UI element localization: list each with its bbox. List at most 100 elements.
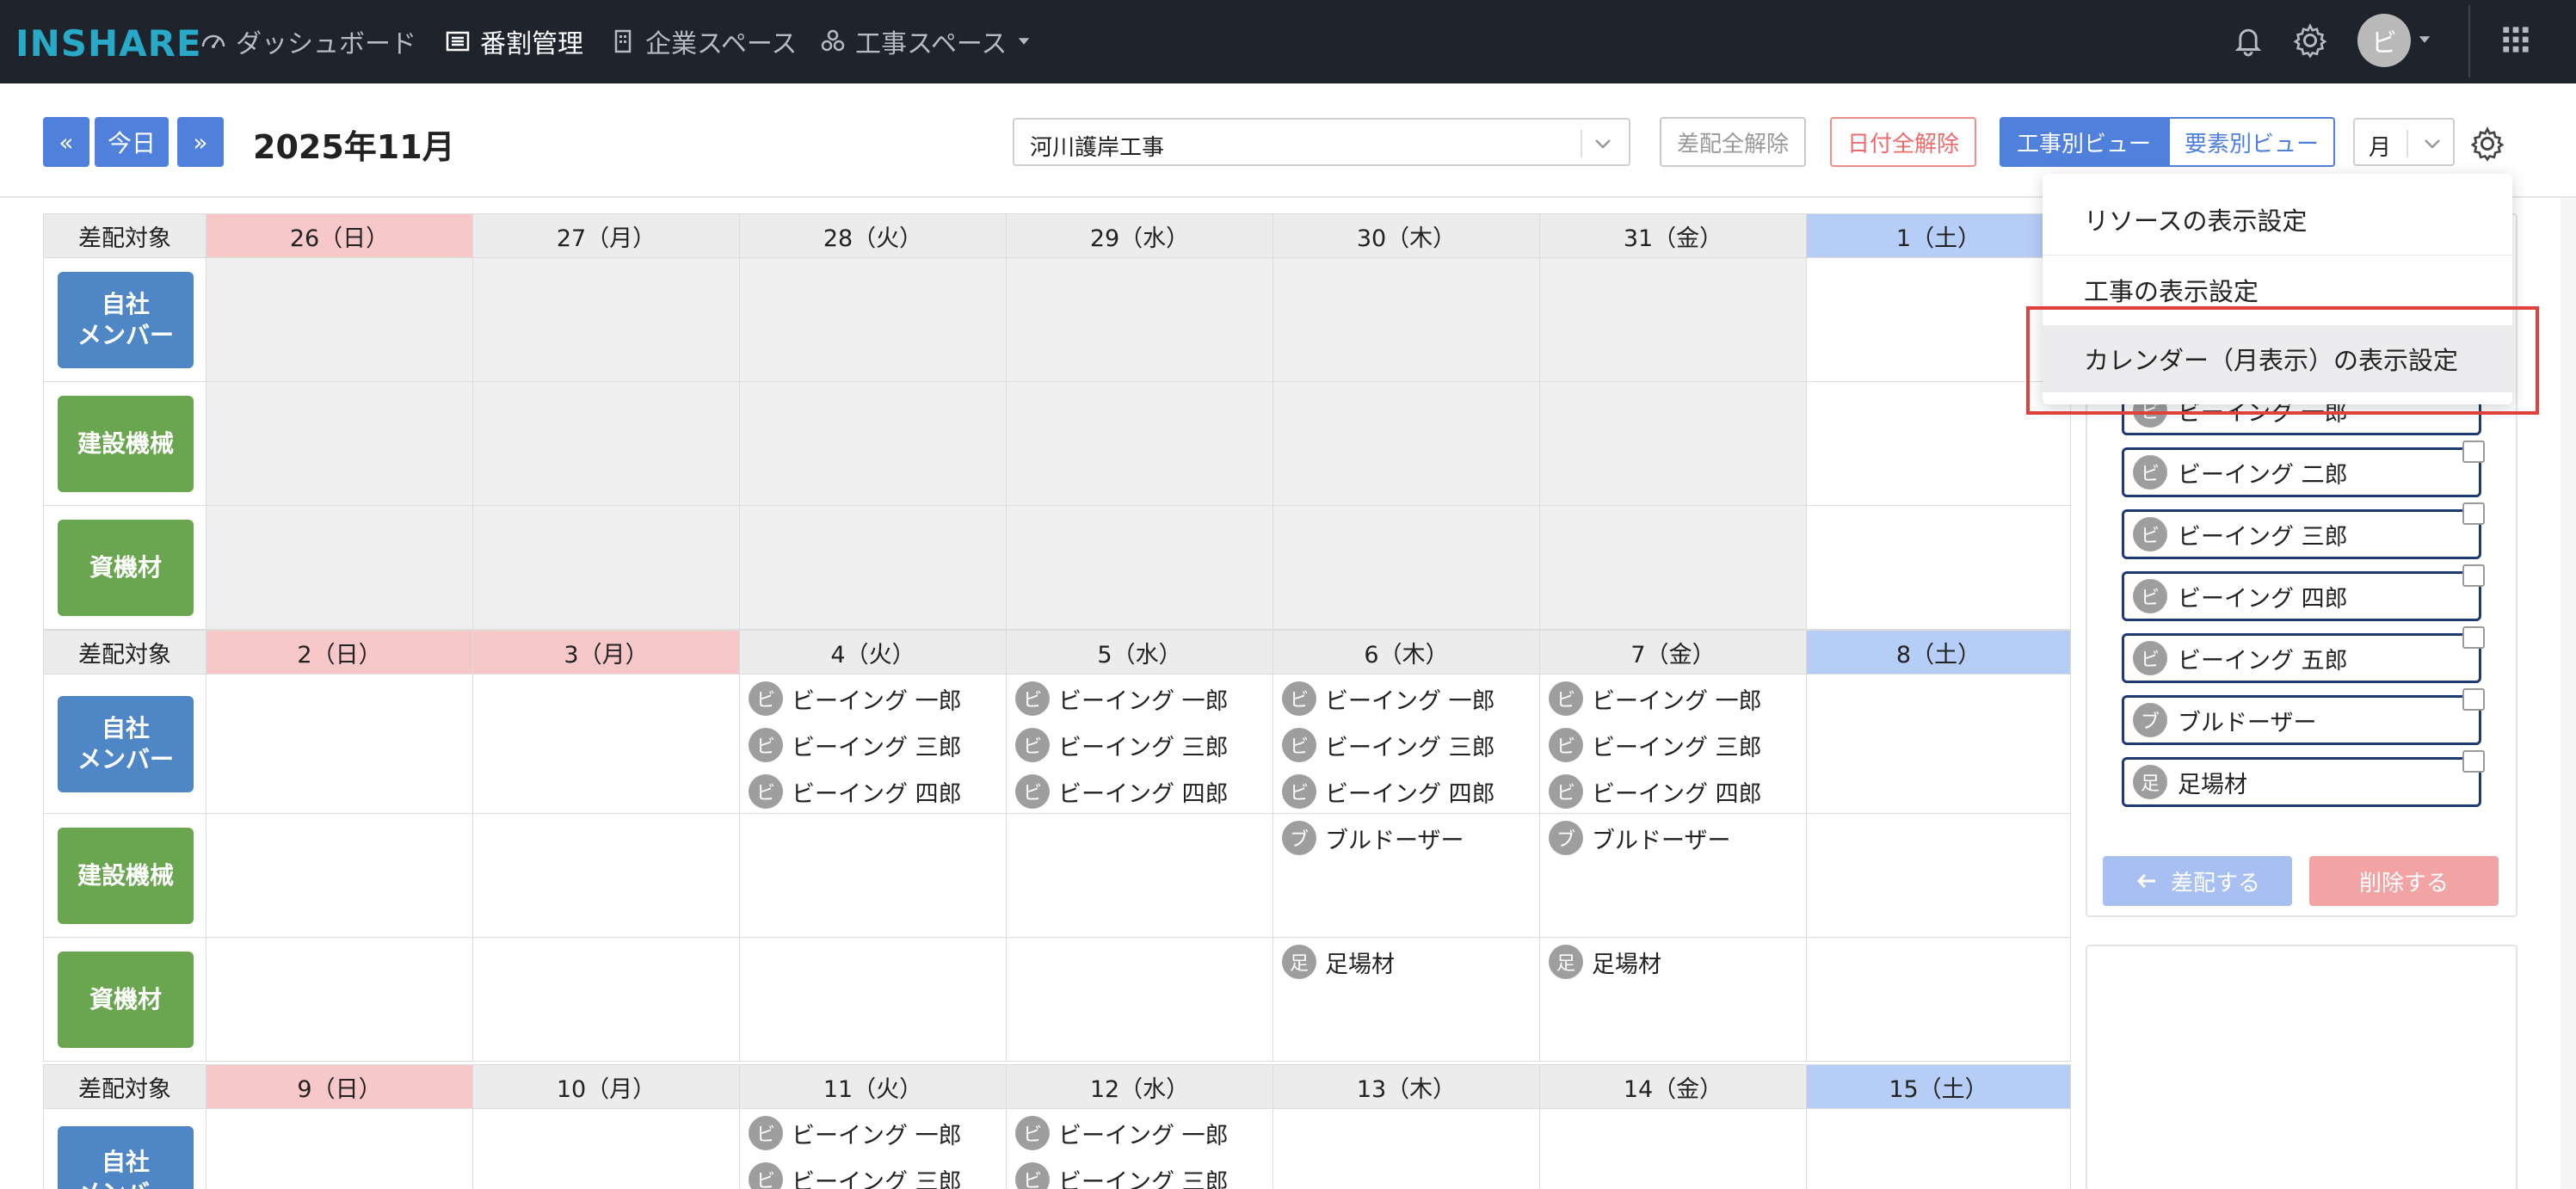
day-cell[interactable] bbox=[1540, 258, 1807, 382]
day-header[interactable]: 26（日） bbox=[206, 213, 473, 258]
day-cell[interactable] bbox=[740, 814, 1007, 938]
assignment-entry[interactable]: ビビーイング 三郎 bbox=[1015, 1162, 1229, 1189]
row-label-machines[interactable]: 建設機械 bbox=[58, 828, 194, 924]
delete-button[interactable]: 削除する bbox=[2309, 856, 2499, 906]
day-header[interactable]: 15（土） bbox=[1807, 1064, 2071, 1109]
day-header[interactable]: 30（木） bbox=[1273, 213, 1540, 258]
day-cell[interactable] bbox=[206, 938, 473, 1062]
day-cell[interactable] bbox=[1273, 382, 1540, 506]
day-cell[interactable] bbox=[206, 382, 473, 506]
resource-item[interactable]: ブブルドーザー bbox=[2122, 695, 2481, 745]
gear-icon[interactable] bbox=[2292, 22, 2328, 59]
day-header[interactable]: 2（日） bbox=[206, 630, 473, 675]
prev-month-button[interactable]: « bbox=[43, 117, 89, 167]
resource-item[interactable]: ビビーイング 五郎 bbox=[2122, 633, 2481, 683]
day-cell[interactable] bbox=[473, 1109, 740, 1189]
day-cell[interactable] bbox=[206, 506, 473, 630]
row-label-members[interactable]: 自社メンバー bbox=[58, 696, 194, 792]
day-cell[interactable] bbox=[1007, 814, 1273, 938]
resource-item[interactable]: ビビーイング 三郎 bbox=[2122, 509, 2481, 559]
day-cell[interactable] bbox=[1540, 382, 1807, 506]
resource-item[interactable]: ビビーイング 二郎 bbox=[2122, 447, 2481, 497]
assignment-entry[interactable]: ビビーイング 三郎 bbox=[1549, 728, 1762, 762]
day-cell[interactable] bbox=[740, 938, 1007, 1062]
row-label-materials[interactable]: 資機材 bbox=[58, 520, 194, 616]
day-header[interactable]: 13（木） bbox=[1273, 1064, 1540, 1109]
assignment-entry[interactable]: ビビーイング 四郎 bbox=[1549, 774, 1762, 809]
day-header[interactable]: 27（月） bbox=[473, 213, 740, 258]
assignment-entry[interactable]: 足足場材 bbox=[1549, 945, 1661, 979]
day-cell[interactable] bbox=[473, 506, 740, 630]
bell-icon[interactable] bbox=[2230, 22, 2266, 59]
assignment-entry[interactable]: ビビーイング 三郎 bbox=[749, 1162, 962, 1189]
day-cell[interactable] bbox=[473, 382, 740, 506]
project-select[interactable]: 河川護岸工事 bbox=[1013, 118, 1630, 166]
resource-item[interactable]: ビビーイング 四郎 bbox=[2122, 571, 2481, 621]
resource-checkbox[interactable] bbox=[2462, 502, 2485, 525]
clear-date-button[interactable]: 日付全解除 bbox=[1830, 117, 1976, 167]
day-header[interactable]: 9（日） bbox=[206, 1064, 473, 1109]
day-cell[interactable]: 足足場材 bbox=[1540, 938, 1807, 1062]
assignment-entry[interactable]: ビビーイング 四郎 bbox=[1282, 774, 1495, 809]
day-cell[interactable] bbox=[473, 258, 740, 382]
resource-checkbox[interactable] bbox=[2462, 688, 2485, 711]
day-header[interactable]: 5（水） bbox=[1007, 630, 1273, 675]
day-header[interactable]: 4（火） bbox=[740, 630, 1007, 675]
view-by-project-tab[interactable]: 工事別ビュー bbox=[2000, 117, 2168, 167]
day-header[interactable]: 3（月） bbox=[473, 630, 740, 675]
resource-checkbox[interactable] bbox=[2462, 564, 2485, 587]
day-cell[interactable] bbox=[1807, 506, 2071, 630]
day-cell[interactable] bbox=[206, 1109, 473, 1189]
resource-checkbox[interactable] bbox=[2462, 626, 2485, 649]
day-cell[interactable]: ブブルドーザー bbox=[1273, 814, 1540, 938]
day-cell[interactable]: ブブルドーザー bbox=[1540, 814, 1807, 938]
assignment-entry[interactable]: ビビーイング 一郎 bbox=[1549, 681, 1762, 716]
resource-item[interactable]: 足足場材 bbox=[2122, 757, 2481, 807]
day-cell[interactable]: ビビーイング 一郎ビビーイング 三郎ビビーイング 四郎 bbox=[1540, 675, 1807, 814]
day-cell[interactable] bbox=[473, 675, 740, 814]
day-header[interactable]: 28（火） bbox=[740, 213, 1007, 258]
assignment-entry[interactable]: ブブルドーザー bbox=[1549, 821, 1730, 855]
day-header[interactable]: 29（水） bbox=[1007, 213, 1273, 258]
day-header[interactable]: 1（土） bbox=[1807, 213, 2071, 258]
day-header[interactable]: 14（金） bbox=[1540, 1064, 1807, 1109]
next-month-button[interactable]: » bbox=[177, 117, 224, 167]
day-cell[interactable] bbox=[1540, 1109, 1807, 1189]
clear-dispatch-button[interactable]: 差配全解除 bbox=[1660, 117, 1806, 167]
day-cell[interactable] bbox=[1540, 506, 1807, 630]
assignment-entry[interactable]: ビビーイング 四郎 bbox=[1015, 774, 1229, 809]
day-cell[interactable] bbox=[1807, 938, 2071, 1062]
day-cell[interactable] bbox=[1007, 938, 1273, 1062]
day-cell[interactable]: ビビーイング 一郎ビビーイング 三郎 bbox=[740, 1109, 1007, 1189]
nav-item-schedule[interactable]: 番割管理 bbox=[444, 24, 583, 59]
day-header[interactable]: 12（水） bbox=[1007, 1064, 1273, 1109]
caret-down-icon[interactable] bbox=[2416, 31, 2433, 48]
day-header[interactable]: 7（金） bbox=[1540, 630, 1807, 675]
assignment-entry[interactable]: ビビーイング 三郎 bbox=[1282, 728, 1495, 762]
assignment-entry[interactable]: ビビーイング 一郎 bbox=[1015, 1116, 1229, 1150]
assignment-entry[interactable]: ビビーイング 三郎 bbox=[1015, 728, 1229, 762]
day-cell[interactable] bbox=[1807, 1109, 2071, 1189]
day-cell[interactable] bbox=[473, 814, 740, 938]
day-cell[interactable] bbox=[473, 938, 740, 1062]
day-cell[interactable] bbox=[1007, 506, 1273, 630]
assignment-entry[interactable]: ビビーイング 四郎 bbox=[749, 774, 962, 809]
nav-item-dashboard[interactable]: ダッシュボード bbox=[200, 24, 416, 59]
day-cell[interactable] bbox=[206, 675, 473, 814]
day-cell[interactable]: ビビーイング 一郎ビビーイング 三郎ビビーイング 四郎 bbox=[1273, 675, 1540, 814]
day-cell[interactable] bbox=[740, 382, 1007, 506]
day-cell[interactable]: 足足場材 bbox=[1273, 938, 1540, 1062]
day-header[interactable]: 11（火） bbox=[740, 1064, 1007, 1109]
day-cell[interactable] bbox=[1007, 382, 1273, 506]
day-header[interactable]: 8（土） bbox=[1807, 630, 2071, 675]
assignment-entry[interactable]: 足足場材 bbox=[1282, 945, 1395, 979]
assignment-entry[interactable]: ビビーイング 一郎 bbox=[1015, 681, 1229, 716]
day-cell[interactable] bbox=[1273, 506, 1540, 630]
day-cell[interactable] bbox=[740, 258, 1007, 382]
assignment-entry[interactable]: ビビーイング 一郎 bbox=[749, 681, 962, 716]
day-cell[interactable] bbox=[740, 506, 1007, 630]
day-header[interactable]: 10（月） bbox=[473, 1064, 740, 1109]
menu-item-resource-display[interactable]: リソースの表示設定 bbox=[2043, 186, 2512, 253]
day-cell[interactable]: ビビーイング 一郎ビビーイング 三郎ビビーイング 四郎 bbox=[740, 675, 1007, 814]
assignment-entry[interactable]: ビビーイング 一郎 bbox=[1282, 681, 1495, 716]
